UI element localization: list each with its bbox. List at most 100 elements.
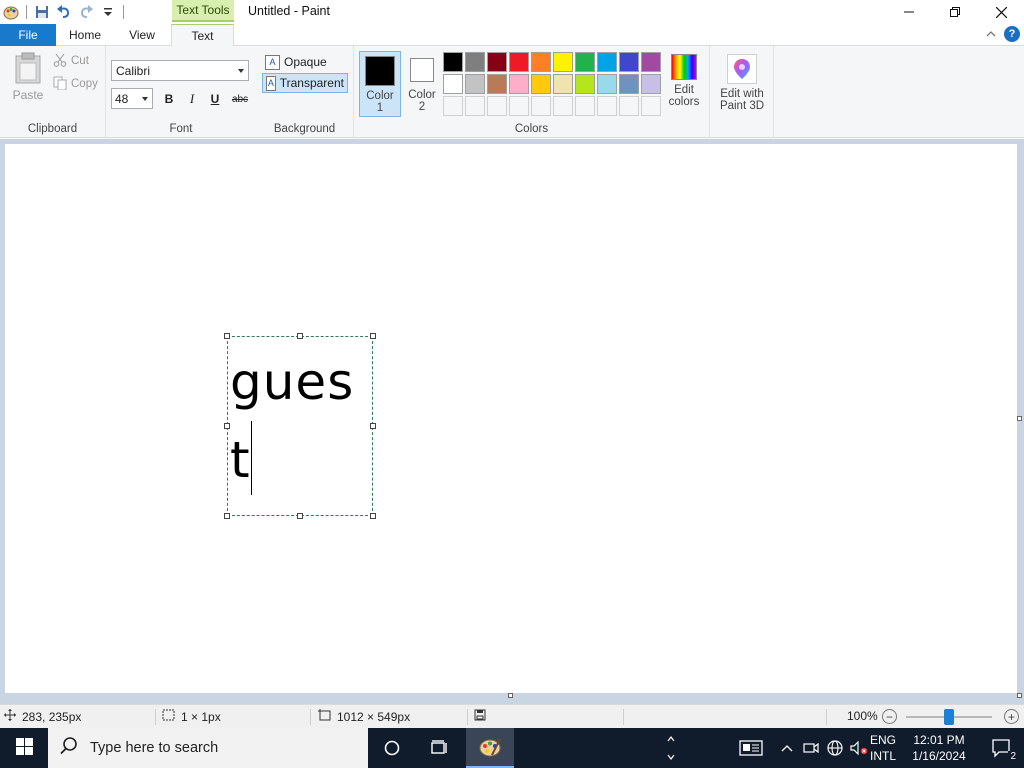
strikethrough-button[interactable]: abc — [229, 90, 251, 108]
save-icon[interactable] — [31, 1, 53, 23]
news-widget-icon[interactable] — [734, 728, 768, 768]
custom-palette-slot[interactable] — [619, 96, 639, 116]
edit-colors-button[interactable]: Edit colors — [662, 54, 706, 108]
start-button[interactable] — [0, 728, 48, 768]
show-hidden-icons-icon[interactable] — [778, 728, 796, 768]
color-1-button[interactable]: Color 1 — [359, 51, 401, 117]
palette-swatch[interactable] — [619, 74, 639, 94]
meet-now-icon[interactable] — [800, 728, 822, 768]
zoom-out-icon[interactable]: − — [882, 709, 897, 724]
selection-size: 1 × 1px — [162, 709, 221, 724]
canvas-resize-handle-corner[interactable] — [1017, 693, 1022, 698]
custom-palette-slot[interactable] — [553, 96, 573, 116]
resize-handle-sw[interactable] — [224, 513, 230, 519]
zoom-in-icon[interactable]: + — [1004, 709, 1019, 724]
tab-text[interactable]: Text — [171, 24, 234, 47]
palette-swatch[interactable] — [619, 52, 639, 72]
palette-swatch[interactable] — [597, 52, 617, 72]
restore-icon[interactable] — [932, 0, 978, 24]
copy-icon — [53, 76, 67, 93]
resize-handle-e[interactable] — [370, 423, 376, 429]
palette-swatch[interactable] — [575, 74, 595, 94]
custom-palette-slot[interactable] — [575, 96, 595, 116]
volume-muted-icon[interactable] — [848, 728, 870, 768]
transparent-button[interactable]: A Transparent — [262, 73, 348, 93]
palette-swatch[interactable] — [487, 74, 507, 94]
palette-swatch[interactable] — [531, 52, 551, 72]
resize-handle-nw[interactable] — [224, 333, 230, 339]
color-2-button[interactable]: Color 2 — [401, 51, 443, 117]
palette-swatch[interactable] — [575, 52, 595, 72]
cortana-icon[interactable] — [368, 728, 416, 768]
zoom-slider-thumb[interactable] — [944, 709, 954, 725]
tab-home[interactable]: Home — [58, 24, 112, 46]
custom-palette-slot[interactable] — [531, 96, 551, 116]
action-center-button[interactable]: 2 — [980, 728, 1024, 768]
underline-button[interactable]: U — [206, 90, 224, 108]
canvas-resize-handle-bottom[interactable] — [508, 693, 513, 698]
zoom-slider[interactable] — [906, 709, 992, 725]
palette-swatch[interactable] — [641, 52, 661, 72]
resize-handle-ne[interactable] — [370, 333, 376, 339]
minimize-icon[interactable] — [886, 0, 932, 24]
edit-with-paint3d-button[interactable]: Edit with Paint 3D — [714, 54, 770, 112]
cut-button[interactable]: Cut — [53, 52, 89, 70]
palette-swatch[interactable] — [509, 52, 529, 72]
palette-swatch[interactable] — [597, 74, 617, 94]
clock-time: 12:01 PM — [913, 733, 965, 747]
custom-palette-slot[interactable] — [465, 96, 485, 116]
palette-swatch[interactable] — [465, 74, 485, 94]
paint-taskbar-icon[interactable] — [466, 728, 514, 768]
resize-handle-s[interactable] — [297, 513, 303, 519]
taskbar-search-box[interactable]: Type here to search — [48, 728, 368, 768]
text-edit-box[interactable]: guest — [224, 333, 376, 519]
canvas-workspace[interactable]: guest — [0, 139, 1024, 704]
collapse-ribbon-icon[interactable] — [986, 27, 996, 41]
resize-handle-n[interactable] — [297, 333, 303, 339]
input-language[interactable]: ENG INTL — [870, 732, 896, 764]
paste-button[interactable]: Paste — [8, 52, 48, 104]
palette-swatch[interactable] — [553, 74, 573, 94]
canvas-resize-handle-right[interactable] — [1017, 416, 1022, 421]
zoom-percent: 100% — [847, 709, 878, 723]
bold-button[interactable]: B — [160, 90, 178, 108]
palette-swatch[interactable] — [487, 52, 507, 72]
chevron-down-icon — [142, 97, 148, 101]
custom-palette-slot[interactable] — [443, 96, 463, 116]
close-icon[interactable] — [978, 0, 1024, 24]
palette-swatch[interactable] — [641, 74, 661, 94]
palette-swatch[interactable] — [553, 52, 573, 72]
resize-handle-se[interactable] — [370, 513, 376, 519]
text-caret — [251, 421, 252, 495]
paint-app-icon[interactable] — [0, 1, 22, 23]
network-globe-icon[interactable] — [824, 728, 846, 768]
tab-file[interactable]: File — [0, 24, 56, 46]
font-family-dropdown[interactable]: Calibri — [111, 60, 249, 81]
palette-swatch[interactable] — [509, 74, 529, 94]
italic-button[interactable]: I — [183, 90, 201, 108]
redo-icon[interactable] — [75, 1, 97, 23]
image-size-value: 1012 × 549px — [337, 709, 411, 724]
paint3d-icon — [727, 54, 757, 84]
palette-swatch[interactable] — [443, 74, 463, 94]
font-size-dropdown[interactable]: 48 — [111, 88, 153, 109]
opaque-button[interactable]: A Opaque — [262, 52, 342, 72]
palette-swatch[interactable] — [531, 74, 551, 94]
customize-qat-icon[interactable] — [97, 1, 119, 23]
custom-palette-slot[interactable] — [641, 96, 661, 116]
custom-palette-slot[interactable] — [487, 96, 507, 116]
task-view-icon[interactable] — [416, 728, 464, 768]
paste-label: Paste — [12, 88, 44, 102]
tab-view[interactable]: View — [114, 24, 170, 46]
palette-swatch[interactable] — [443, 52, 463, 72]
clock[interactable]: 12:01 PM 1/16/2024 — [903, 732, 975, 764]
resize-handle-w[interactable] — [224, 423, 230, 429]
help-icon[interactable]: ? — [1004, 26, 1020, 42]
palette-swatch[interactable] — [465, 52, 485, 72]
undo-icon[interactable] — [53, 1, 75, 23]
scroll-taskbar-icon[interactable] — [662, 728, 680, 768]
custom-palette-slot[interactable] — [597, 96, 617, 116]
drawing-canvas[interactable]: guest — [5, 144, 1017, 693]
copy-button[interactable]: Copy — [53, 75, 98, 93]
custom-palette-slot[interactable] — [509, 96, 529, 116]
